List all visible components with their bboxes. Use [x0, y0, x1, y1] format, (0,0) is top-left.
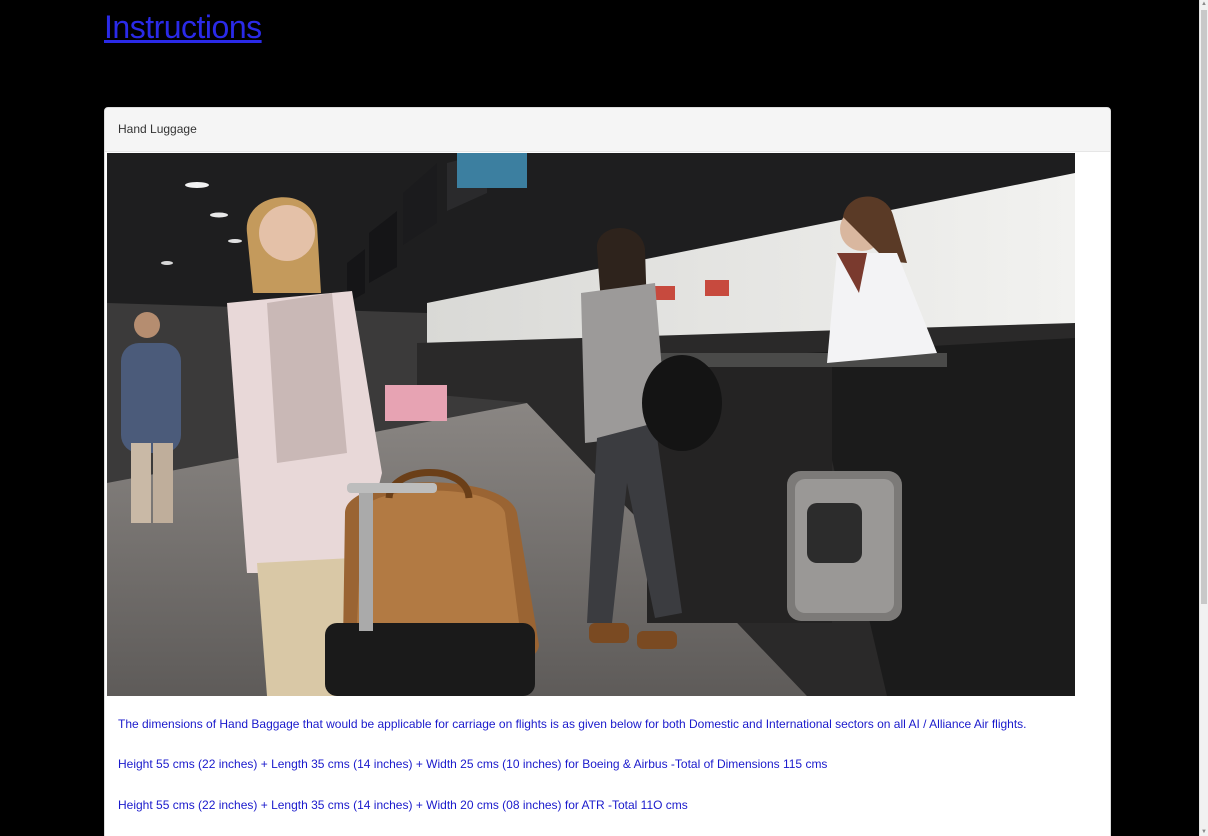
page: Instructions Hand Luggage The dimensions…: [0, 0, 1208, 836]
dimensions-intro-text: The dimensions of Hand Baggage that woul…: [118, 717, 1027, 731]
airport-check-in-photo: [107, 153, 1075, 696]
atr-dimensions-text: Height 55 cms (22 inches) + Length 35 cm…: [118, 798, 688, 812]
vertical-scrollbar[interactable]: ▲ ▼: [1199, 0, 1208, 836]
instructions-link[interactable]: Instructions: [104, 6, 262, 48]
panel-title: Hand Luggage: [105, 108, 1110, 152]
scroll-thumb[interactable]: [1201, 10, 1207, 604]
hand-luggage-panel: Hand Luggage The dimensions of Hand Bagg…: [104, 107, 1111, 836]
boeing-airbus-dimensions-text: Height 55 cms (22 inches) + Length 35 cm…: [118, 757, 828, 771]
scroll-down-arrow-icon[interactable]: ▼: [1200, 828, 1208, 836]
scroll-up-arrow-icon[interactable]: ▲: [1200, 0, 1208, 8]
